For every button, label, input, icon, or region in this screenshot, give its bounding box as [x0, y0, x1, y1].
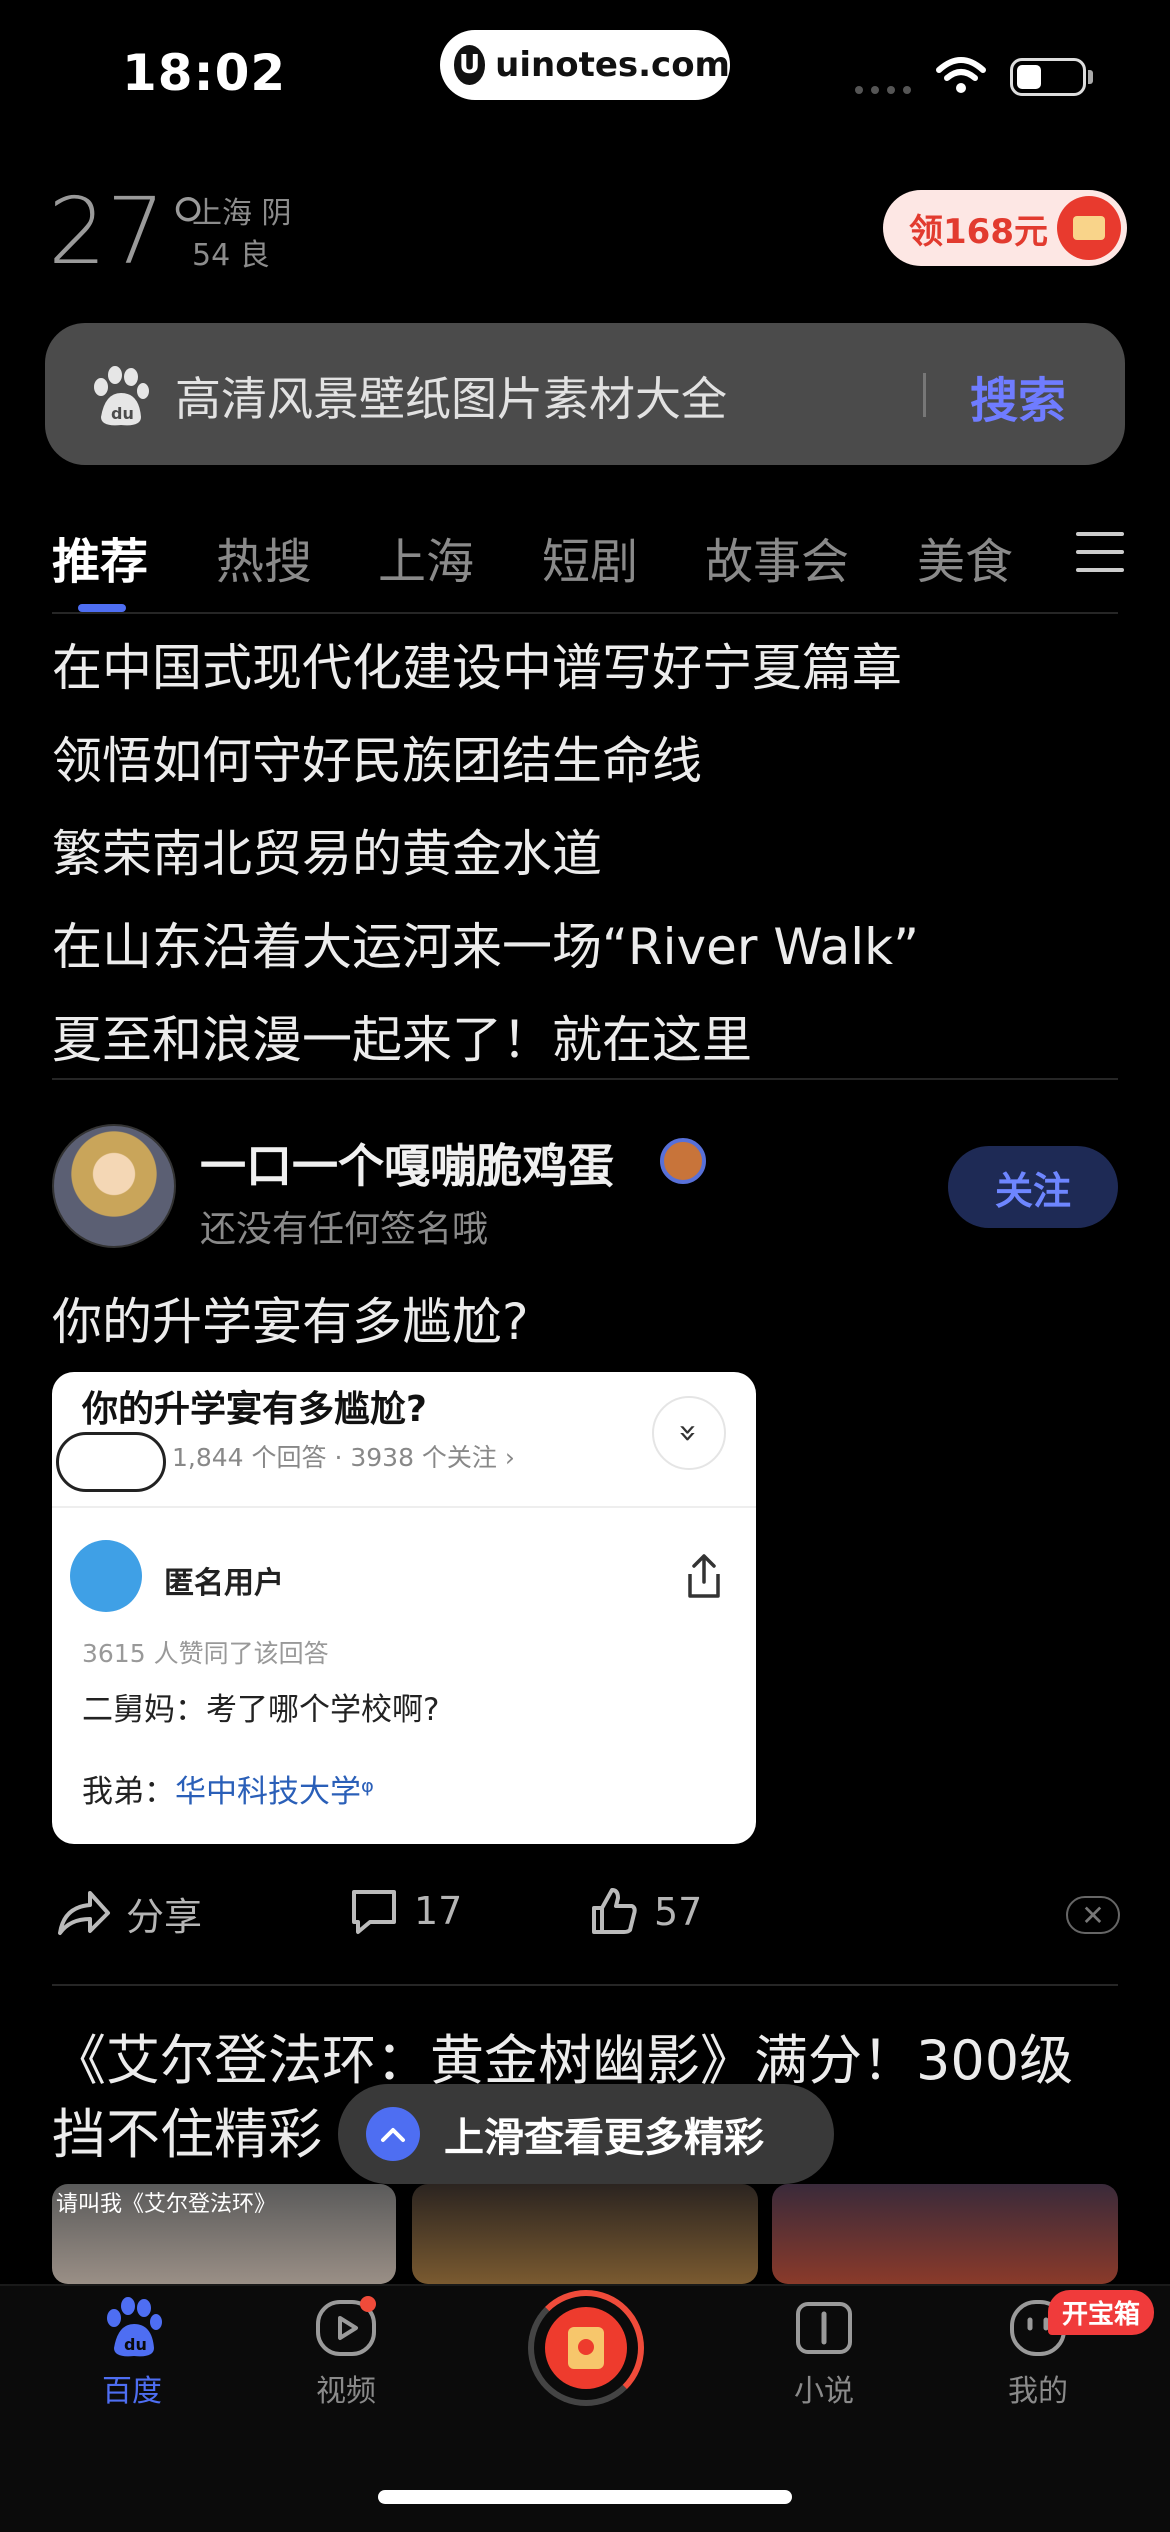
share-arrow-icon	[58, 1890, 110, 1935]
comment-icon	[352, 1890, 396, 1934]
home-indicator[interactable]	[378, 2490, 792, 2504]
red-packet-center-button[interactable]	[528, 2290, 644, 2406]
wifi-icon	[936, 57, 986, 93]
card-question: 你的升学宴有多尴尬?	[82, 1389, 427, 1430]
card-link-suffix: ᵠ	[361, 1774, 374, 1810]
post-divider	[52, 1984, 1118, 1986]
toast-text: 上滑查看更多精彩	[444, 2115, 764, 2161]
weather-city: 上海 阴	[192, 196, 292, 231]
post-image-card[interactable]: 你的升学宴有多尴尬? 1,844 个回答 · 3938 个关注 › » 匿名用户…	[52, 1372, 756, 1844]
tab-menu-icon[interactable]	[1076, 532, 1124, 586]
weather-aqi: 54 良	[192, 238, 270, 273]
like-count: 57	[654, 1890, 703, 1934]
tab-active-indicator	[78, 604, 126, 612]
hot-item[interactable]: 领悟如何守好民族团结生命线	[52, 721, 702, 793]
share-icon	[688, 1554, 720, 1598]
nav-label: 百度	[102, 2374, 162, 2409]
baidu-paw-icon: du	[107, 2297, 162, 2357]
user-badge-icon	[660, 1138, 706, 1184]
share-label: 分享	[126, 1895, 203, 1939]
post-username[interactable]: 一口一个嘎嘣脆鸡蛋	[200, 1130, 614, 1196]
red-packet-label: 领168元	[909, 211, 1048, 252]
tab-hot-search[interactable]: 热搜	[216, 522, 312, 592]
hot-item[interactable]: 在山东沿着大运河来一场“River Walk”	[52, 907, 919, 979]
post-title[interactable]: 你的升学宴有多尴尬?	[52, 1282, 529, 1354]
nav-label: 我的	[1008, 2374, 1068, 2409]
search-bar[interactable]: du 高清风景壁纸图片素材大全 搜索	[45, 323, 1125, 465]
book-icon	[796, 2302, 852, 2354]
avatar[interactable]	[52, 1124, 176, 1248]
post2-image[interactable]	[412, 2184, 758, 2284]
hot-item[interactable]: 在中国式现代化建设中谱写好宁夏篇章	[52, 628, 902, 700]
dismiss-button[interactable]: ✕	[1066, 1896, 1120, 1934]
chevron-down-icon: »	[652, 1396, 726, 1470]
cloud-mascot-icon	[56, 1432, 166, 1492]
svg-text:du: du	[111, 404, 134, 423]
video-play-icon	[316, 2296, 376, 2356]
nav-label: 小说	[794, 2374, 854, 2409]
hot-item[interactable]: 繁荣南北贸易的黄金水道	[52, 814, 602, 886]
tabs-divider	[52, 612, 1118, 614]
battery-tip	[1088, 70, 1093, 84]
weather-temperature[interactable]: 27°	[48, 178, 211, 285]
nav-novel[interactable]: 小说	[744, 2296, 904, 2410]
tab-short-drama[interactable]: 短剧	[542, 522, 638, 592]
search-button[interactable]: 搜索	[970, 361, 1066, 431]
chevron-up-icon	[366, 2107, 420, 2161]
hot-list-divider	[52, 1078, 1118, 1080]
post2-image-caption: 请叫我《艾尔登法环》	[56, 2192, 277, 2217]
thumbs-up-icon	[592, 1888, 637, 1934]
tab-food[interactable]: 美食	[917, 522, 1013, 592]
site-logo-icon: U	[454, 45, 486, 85]
scroll-hint-toast[interactable]: 上滑查看更多精彩	[338, 2084, 834, 2184]
comment-count: 17	[414, 1889, 463, 1933]
expand-glyph: »	[669, 1423, 708, 1443]
baidu-paw-icon: du	[94, 366, 149, 426]
card-meta: 1,844 个回答 · 3938 个关注 ›	[172, 1443, 515, 1472]
signal-icon	[855, 86, 915, 94]
post2-image[interactable]	[772, 2184, 1118, 2284]
search-divider	[923, 373, 926, 417]
url-text: uinotes.com	[495, 45, 730, 85]
share-button[interactable]: 分享	[56, 1886, 202, 1941]
tab-shanghai[interactable]: 上海	[378, 522, 474, 592]
card-link: 华中科技大学	[175, 1774, 361, 1810]
nav-baidu[interactable]: du 百度	[52, 2296, 212, 2410]
search-input[interactable]: 高清风景壁纸图片素材大全	[175, 363, 727, 429]
nav-video[interactable]: 视频	[266, 2296, 426, 2410]
like-button[interactable]: 57	[588, 1886, 702, 1938]
card-line-prefix: 我弟：	[82, 1774, 175, 1810]
card-text-line: 二舅妈：考了哪个学校啊?	[82, 1692, 440, 1728]
hot-item[interactable]: 夏至和浪漫一起来了！就在这里	[52, 1000, 752, 1072]
tab-story[interactable]: 故事会	[705, 522, 849, 592]
red-packet-button[interactable]: 领168元	[883, 190, 1127, 266]
status-time: 18:02	[122, 44, 287, 102]
red-envelope-icon	[1057, 196, 1121, 260]
card-likes: 3615 人赞同了该回答	[82, 1639, 329, 1668]
card-author: 匿名用户	[164, 1566, 284, 1601]
url-pill[interactable]: U uinotes.com	[440, 30, 730, 100]
svg-text:du: du	[124, 2335, 147, 2354]
red-envelope-icon	[545, 2307, 627, 2389]
card-text-line: 我弟：华中科技大学ᵠ	[82, 1766, 374, 1811]
anonymous-avatar-icon	[70, 1540, 142, 1612]
post-signature: 还没有任何签名哦	[200, 1209, 489, 1250]
battery-icon	[1010, 58, 1086, 96]
card-divider	[52, 1506, 756, 1508]
treasure-box-badge[interactable]: 开宝箱	[1048, 2290, 1155, 2335]
tab-recommend[interactable]: 推荐	[52, 522, 148, 592]
comment-button[interactable]: 17	[348, 1886, 462, 1936]
follow-button[interactable]: 关注	[948, 1146, 1118, 1228]
nav-label: 视频	[316, 2374, 376, 2409]
